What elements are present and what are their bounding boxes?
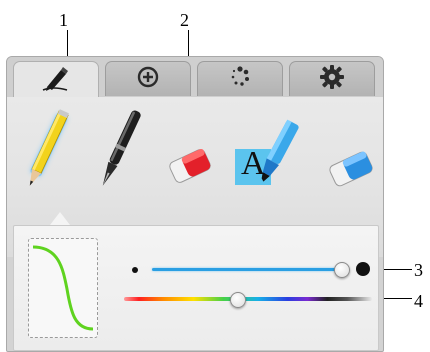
pressure-curve [32, 245, 94, 331]
dots-spinner-icon [228, 65, 252, 94]
brush-size-slider[interactable] [152, 268, 336, 271]
highlighter-icon [255, 117, 301, 192]
callout-1-label: 1 [59, 10, 68, 30]
gear-icon [319, 64, 345, 95]
tab-add[interactable] [105, 61, 191, 96]
fountain-pen-icon [93, 110, 143, 205]
blue-eraser-icon [325, 151, 377, 193]
tab-bar [7, 57, 383, 99]
callout-3-label: 3 [414, 260, 423, 280]
selection-pointer [50, 212, 70, 225]
plus-circle-icon [136, 65, 160, 94]
pencil-icon [17, 109, 73, 205]
pen-icon [41, 65, 71, 96]
callout-2-label: 2 [180, 10, 189, 30]
pressure-curve-editor[interactable] [28, 238, 98, 338]
drawing-tools-panel: A [6, 56, 384, 352]
text-highlighter-tool[interactable]: A [231, 117, 301, 197]
pen-tool[interactable] [93, 105, 143, 201]
red-eraser-tool[interactable] [165, 145, 215, 187]
pencil-tool[interactable] [17, 105, 73, 201]
tool-settings [13, 225, 379, 351]
red-eraser-icon [165, 148, 215, 191]
tab-settings[interactable] [289, 61, 375, 96]
max-size-dot [356, 262, 370, 276]
tab-effects[interactable] [197, 61, 283, 96]
callout-4-label: 4 [414, 291, 423, 311]
color-slider-thumb[interactable] [230, 292, 246, 308]
brush-size-thumb[interactable] [334, 262, 350, 278]
tab-pen[interactable] [13, 61, 99, 99]
min-size-dot [132, 267, 138, 273]
blue-eraser-tool[interactable] [325, 149, 377, 189]
color-slider[interactable] [124, 297, 372, 301]
